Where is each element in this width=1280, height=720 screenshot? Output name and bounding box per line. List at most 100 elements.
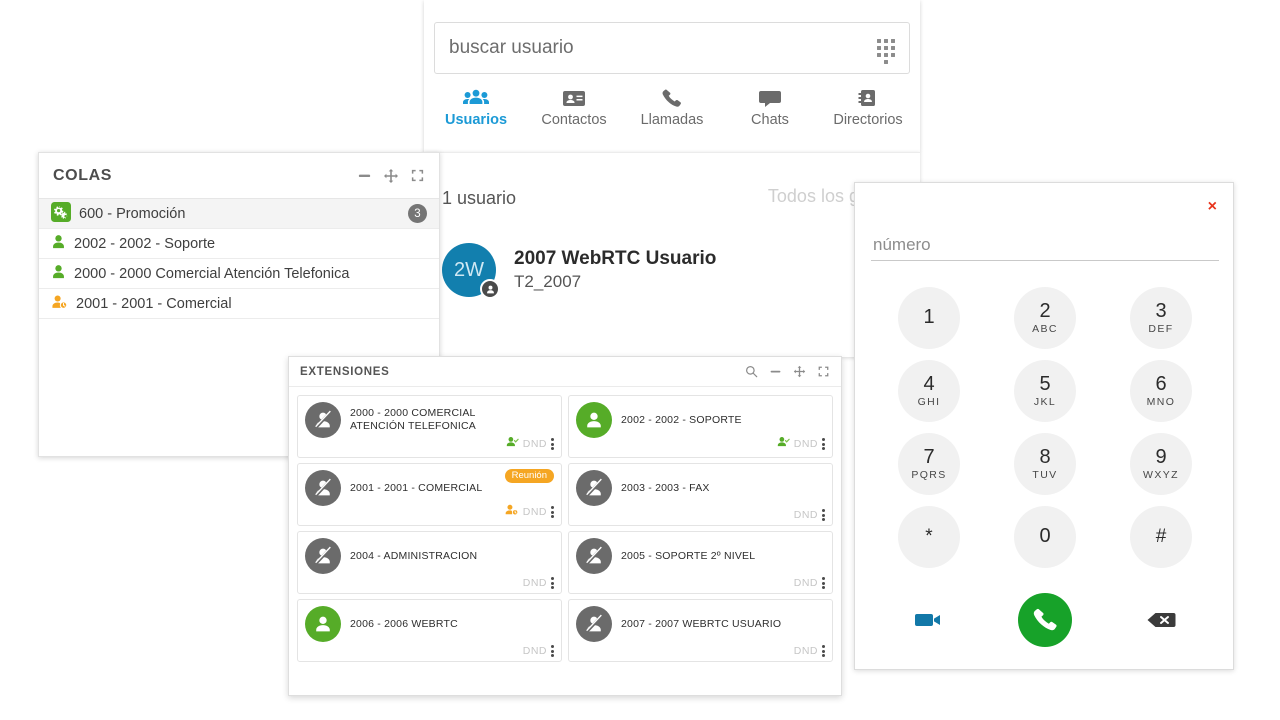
extension-card[interactable]: 2002 - 2002 - SOPORTE DND [568, 395, 833, 458]
person-check-icon [777, 435, 790, 453]
more-options-icon[interactable] [822, 577, 825, 589]
key-number: * [925, 525, 933, 547]
dialpad-key-7[interactable]: 7 PQRS [898, 433, 960, 495]
person-slash-icon [576, 538, 612, 574]
key-number: # [1155, 525, 1167, 547]
tab-chats[interactable]: Chats [721, 88, 819, 136]
extension-card[interactable]: 2007 - 2007 WEBRTC USUARIO DND [568, 599, 833, 662]
colas-panel-title: COLAS [53, 166, 112, 184]
more-options-icon[interactable] [822, 438, 825, 450]
minimize-icon[interactable] [769, 365, 782, 378]
colas-list-item[interactable]: 600 - Promoción 3 [39, 199, 439, 229]
dnd-label: DND [793, 577, 818, 589]
person-slash-icon [305, 402, 341, 438]
dialpad-key-1[interactable]: 1 [898, 287, 960, 349]
key-letters: TUV [1032, 469, 1058, 481]
person-badge-icon [480, 279, 500, 299]
more-options-icon[interactable] [822, 509, 825, 521]
colas-list-item[interactable]: 2000 - 2000 Comercial Atención Telefonic… [39, 259, 439, 289]
colas-panel-header: COLAS [39, 153, 439, 199]
person-slash-icon [305, 538, 341, 574]
move-icon[interactable] [793, 365, 806, 378]
dialpad-key-3[interactable]: 3 DEF [1130, 287, 1192, 349]
close-icon[interactable]: × [1208, 199, 1217, 215]
phone-icon [659, 88, 685, 108]
tab-label: Llamadas [640, 112, 704, 128]
search-bar [434, 22, 910, 74]
maximize-icon[interactable] [410, 168, 425, 183]
key-number: 1 [923, 306, 935, 328]
dnd-label: DND [522, 645, 547, 657]
users-results-panel: 1 usuario Todos los grupos 2W 2007 WebRT… [424, 152, 920, 357]
extensiones-panel-header: EXTENSIONES [289, 357, 841, 387]
dialpad-key-9[interactable]: 9 WXYZ [1130, 433, 1192, 495]
more-options-icon[interactable] [551, 577, 554, 589]
colas-item-label: 2001 - 2001 - Comercial [76, 295, 232, 312]
colas-item-count: 3 [408, 204, 427, 223]
key-number: 5 [1039, 373, 1051, 395]
dialpad-actions [871, 593, 1219, 647]
dialpad-key-5[interactable]: 5 JKL [1014, 360, 1076, 422]
extension-card[interactable]: 2004 - ADMINISTRACION DND [297, 531, 562, 594]
more-options-icon[interactable] [551, 438, 554, 450]
dialpad-grid-icon[interactable] [863, 25, 909, 71]
tab-llamadas[interactable]: Llamadas [623, 88, 721, 136]
colas-list-item[interactable]: 2002 - 2002 - Soporte [39, 229, 439, 259]
more-options-icon[interactable] [822, 645, 825, 657]
extension-card[interactable]: 2006 - 2006 WEBRTC DND [297, 599, 562, 662]
move-icon[interactable] [383, 168, 399, 184]
extensiones-panel: EXTENSIONES 2000 - 2000 COMERCIAL ATENCI… [288, 356, 842, 696]
key-number: 4 [923, 373, 935, 395]
tab-label: Directorios [833, 112, 903, 128]
minimize-icon[interactable] [357, 168, 372, 183]
colas-item-label: 600 - Promoción [79, 205, 186, 222]
dnd-label: DND [522, 438, 547, 450]
search-icon[interactable] [745, 365, 758, 378]
tab-label: Chats [751, 112, 789, 128]
more-options-icon[interactable] [551, 645, 554, 657]
colas-list-item[interactable]: 2001 - 2001 - Comercial [39, 289, 439, 319]
backspace-icon[interactable] [1146, 610, 1176, 630]
extension-name: 2005 - SOPORTE 2º NIVEL [621, 549, 756, 562]
dialpad-key-2[interactable]: 2 ABC [1014, 287, 1076, 349]
dnd-label: DND [793, 509, 818, 521]
phone-call-icon[interactable] [1018, 593, 1072, 647]
dialpad-key-8[interactable]: 8 TUV [1014, 433, 1076, 495]
chat-bubble-icon [757, 88, 783, 108]
dialpad-key-4[interactable]: 4 GHI [898, 360, 960, 422]
dialpad-panel: × 1 2 ABC 3 DEF 4 GHI 5 JKL 6 MNO 7 PQRS [854, 182, 1234, 670]
user-text-block: 2007 WebRTC Usuario T2_2007 [514, 246, 716, 295]
avatar: 2W [442, 243, 500, 299]
key-letters: ABC [1032, 323, 1058, 335]
extension-card[interactable]: 2000 - 2000 COMERCIAL ATENCIÓN TELEFONIC… [297, 395, 562, 458]
extension-name: 2002 - 2002 - SOPORTE [621, 413, 742, 426]
extension-card[interactable]: 2003 - 2003 - FAX DND [568, 463, 833, 526]
tab-directorios[interactable]: Directorios [819, 88, 917, 136]
avatar-initials: 2W [454, 258, 484, 281]
extension-card[interactable]: Reunión 2001 - 2001 - COMERCIAL DND [297, 463, 562, 526]
queue-gears-icon [51, 201, 71, 226]
key-number: 6 [1155, 373, 1167, 395]
dialpad-key-star[interactable]: * [898, 506, 960, 568]
dialpad-key-0[interactable]: 0 [1014, 506, 1076, 568]
tab-contactos[interactable]: Contactos [525, 88, 623, 136]
tab-usuarios[interactable]: Usuarios [427, 88, 525, 136]
dnd-label: DND [793, 645, 818, 657]
dialpad-key-6[interactable]: 6 MNO [1130, 360, 1192, 422]
key-letters: PQRS [911, 469, 947, 481]
person-slash-icon [576, 470, 612, 506]
person-icon [51, 264, 66, 284]
extension-card[interactable]: 2005 - SOPORTE 2º NIVEL DND [568, 531, 833, 594]
extension-name: 2001 - 2001 - COMERCIAL [350, 481, 483, 494]
more-options-icon[interactable] [551, 506, 554, 518]
maximize-icon[interactable] [817, 365, 830, 378]
video-camera-icon[interactable] [914, 610, 944, 630]
person-slash-icon [305, 470, 341, 506]
user-list-item[interactable]: 2W 2007 WebRTC Usuario T2_2007 [442, 243, 716, 299]
status-badge: Reunión [504, 469, 554, 484]
dialpad-key-hash[interactable]: # [1130, 506, 1192, 568]
extension-name: 2000 - 2000 COMERCIAL ATENCIÓN TELEFONIC… [350, 407, 476, 432]
dialpad-number-input[interactable] [871, 229, 1219, 261]
search-input[interactable] [435, 37, 863, 59]
user-name: 2007 WebRTC Usuario [514, 247, 717, 269]
